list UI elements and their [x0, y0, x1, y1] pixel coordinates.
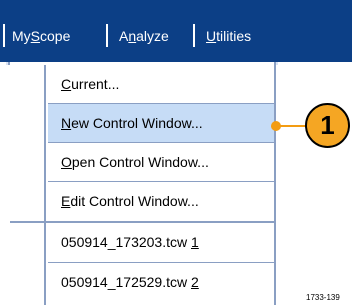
menu-item-open-control-window[interactable]: Open Control Window... — [48, 143, 274, 181]
menu-analyze-label: Analyze — [119, 28, 169, 44]
menu-item-label: Open Control Window... — [61, 154, 209, 170]
menu-separator — [3, 24, 5, 47]
menu-icon-gutter — [8, 65, 46, 305]
menu-analyze[interactable]: Analyze — [119, 25, 169, 47]
menu-item-label: New Control Window... — [61, 115, 203, 131]
callout-number-badge: 1 — [305, 103, 350, 148]
menu-item-new-control-window[interactable]: New Control Window... — [48, 104, 274, 142]
menu-item-label: Edit Control Window... — [61, 193, 199, 209]
menu-utilities[interactable]: Utilities — [206, 25, 251, 47]
menu-item-label: 050914_173203.tcw 1 — [61, 234, 199, 250]
menu-item-recent-2[interactable]: 050914_172529.tcw 2 — [48, 263, 274, 301]
screenshot: MyScope Analyze Utilities Current... New… — [0, 0, 352, 305]
menu-item-edit-control-window[interactable]: Edit Control Window... — [48, 182, 274, 220]
menu-item-label: Current... — [61, 76, 120, 92]
menu-myscope-label: MyScope — [12, 28, 71, 44]
callout-anchor-dot — [271, 121, 281, 131]
menu-item-current[interactable]: Current... — [48, 65, 274, 103]
menu-separator — [106, 24, 108, 47]
figure-id: 1733-139 — [306, 293, 340, 302]
menu-bar: MyScope Analyze Utilities — [0, 0, 352, 62]
menu-item-label: 050914_172529.tcw 2 — [61, 274, 199, 290]
menu-separator — [193, 24, 195, 47]
menu-myscope[interactable]: MyScope — [12, 25, 70, 47]
menu-item-recent-1[interactable]: 050914_173203.tcw 1 — [48, 223, 274, 261]
menu-utilities-label: Utilities — [206, 28, 252, 44]
